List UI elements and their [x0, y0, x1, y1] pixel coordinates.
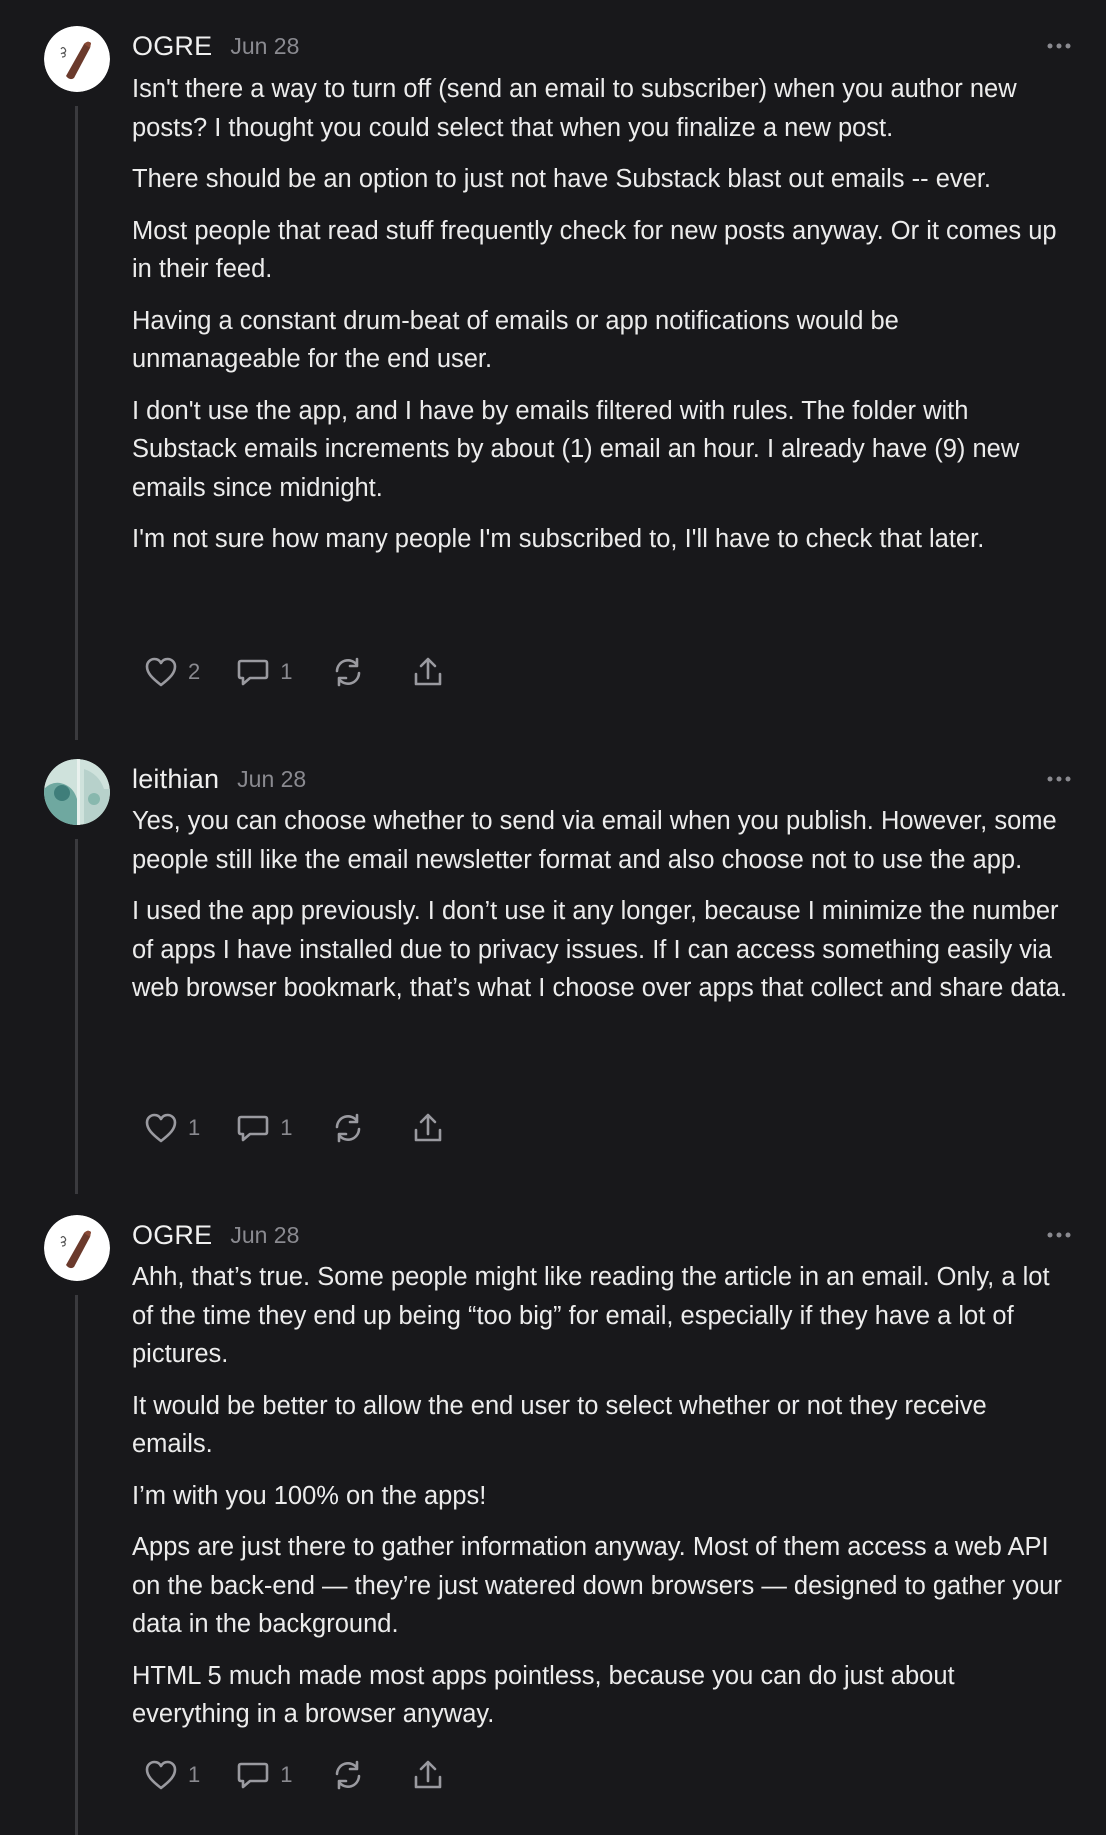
restack-button[interactable]	[331, 1112, 365, 1144]
author-name[interactable]: OGRE	[132, 1220, 212, 1251]
author-name[interactable]: leithian	[132, 764, 219, 795]
comment-date[interactable]: Jun 28	[237, 766, 306, 793]
heart-icon	[145, 1113, 177, 1143]
comment-bubble-icon	[237, 1762, 269, 1789]
comment-bubble-icon	[237, 1115, 269, 1142]
thread-line	[75, 1295, 78, 1835]
heart-icon	[145, 657, 177, 687]
restack-button[interactable]	[331, 656, 365, 688]
comment-paragraph: I’m with you 100% on the apps!	[132, 1481, 487, 1510]
reply-count: 1	[280, 1115, 293, 1140]
heart-icon	[145, 1760, 177, 1790]
more-options-icon[interactable]	[1046, 38, 1072, 49]
comment-paragraph: Most people that read stuff frequently c…	[132, 216, 1057, 284]
comment-actions: 1 1	[144, 1757, 445, 1793]
like-count: 2	[188, 659, 201, 684]
comment-paragraph: I used the app previously. I don’t use i…	[132, 897, 1068, 1002]
comment-paragraph: Apps are just there to gather informatio…	[132, 1533, 1062, 1638]
reply-button[interactable]: 1	[236, 656, 293, 688]
restack-icon	[335, 1113, 360, 1143]
comment-date[interactable]: Jun 28	[230, 1222, 299, 1249]
share-button[interactable]	[411, 656, 445, 688]
avatar[interactable]	[44, 26, 110, 92]
reply-button[interactable]: 1	[236, 1759, 293, 1791]
share-button[interactable]	[411, 1112, 445, 1144]
avatar[interactable]	[44, 759, 110, 825]
share-button[interactable]	[411, 1759, 445, 1791]
share-icon	[414, 1760, 441, 1789]
comment-header: OGRE Jun 28	[132, 1215, 299, 1255]
thread-line	[75, 839, 78, 1194]
comment-body: Isn't there a way to turn off (send an e…	[132, 70, 1072, 572]
comment-paragraph: Yes, you can choose whether to send via …	[132, 807, 1057, 874]
like-button[interactable]: 1	[144, 1112, 200, 1144]
comment-date[interactable]: Jun 28	[230, 33, 299, 60]
more-options-icon[interactable]	[1046, 771, 1072, 782]
restack-icon	[335, 657, 360, 687]
like-button[interactable]: 1	[144, 1759, 200, 1791]
like-button[interactable]: 2	[144, 656, 200, 688]
comment-header: OGRE Jun 28	[132, 26, 299, 66]
share-icon	[414, 1113, 441, 1142]
comment-paragraph: HTML 5 much made most apps pointless, be…	[132, 1661, 955, 1729]
share-icon	[414, 657, 441, 686]
reply-count: 1	[280, 659, 293, 684]
comment-actions: 1 1	[144, 1110, 445, 1146]
comment-paragraph: Having a constant drum-beat of emails or…	[132, 306, 899, 374]
thread-line	[75, 106, 78, 740]
reply-count: 1	[280, 1762, 293, 1787]
comment-paragraph: There should be an option to just not ha…	[132, 165, 991, 193]
comment-body: Ahh, that’s true. Some people might like…	[132, 1258, 1072, 1747]
author-name[interactable]: OGRE	[132, 31, 212, 62]
comment-paragraph: It would be better to allow the end user…	[132, 1391, 987, 1459]
comment-body: Yes, you can choose whether to send via …	[132, 802, 1072, 1021]
leithian-avatar-icon	[44, 759, 110, 825]
comment-paragraph: I don't use the app, and I have by email…	[132, 396, 1020, 502]
comment-header: leithian Jun 28	[132, 759, 306, 799]
more-options-icon[interactable]	[1046, 1227, 1072, 1238]
comment-actions: 2 1	[144, 654, 445, 690]
comment-bubble-icon	[237, 659, 269, 686]
reply-button[interactable]: 1	[236, 1112, 293, 1144]
avatar[interactable]	[44, 1215, 110, 1281]
like-count: 1	[188, 1762, 201, 1787]
comment-paragraph: I'm not sure how many people I'm subscri…	[132, 525, 985, 553]
restack-icon	[335, 1760, 360, 1790]
ogre-avatar-icon	[44, 1215, 110, 1281]
like-count: 1	[188, 1115, 201, 1140]
restack-button[interactable]	[331, 1759, 365, 1791]
comment-paragraph: Isn't there a way to turn off (send an e…	[132, 75, 1017, 142]
comment-paragraph: Ahh, that’s true. Some people might like…	[132, 1263, 1050, 1368]
ogre-avatar-icon	[44, 26, 110, 92]
